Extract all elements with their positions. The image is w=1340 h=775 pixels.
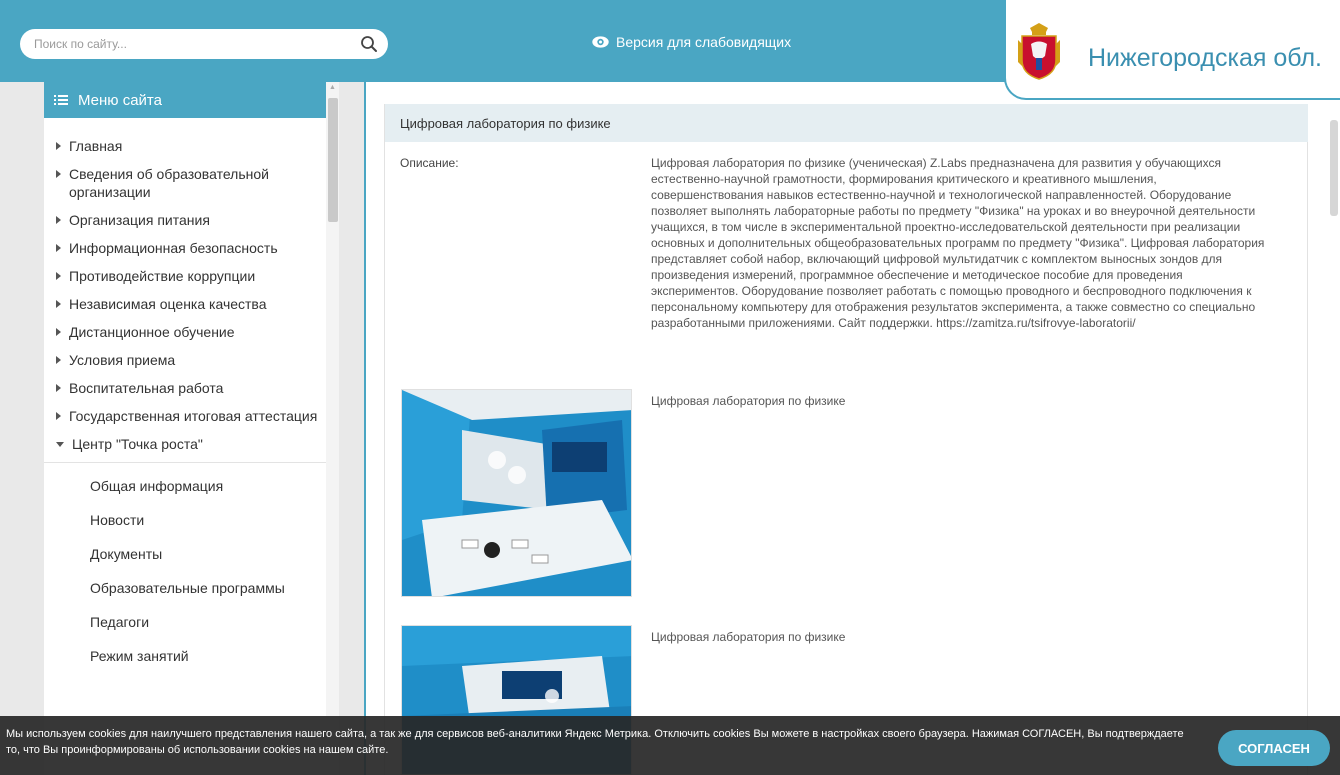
sidebar-item-label: Главная [69,138,123,154]
description-text: Цифровая лаборатория по физике (ученичес… [651,156,1265,330]
cookie-text: Мы используем cookies для наилучшего пре… [6,728,1184,756]
page-scroll-thumb[interactable] [1330,120,1338,216]
search-input[interactable] [34,35,354,53]
sidebar-item-distance[interactable]: Дистанционное обучение [44,318,326,346]
list-menu-icon [54,95,68,105]
submenu-item-documents[interactable]: Документы [44,537,326,571]
sidebar-item-label: Государственная итоговая аттестация [69,408,318,424]
caret-right-icon [56,244,61,252]
sidebar-item-infosec[interactable]: Информационная безопасность [44,234,326,262]
sidebar-item-label: Независимая оценка качества [69,296,267,312]
caret-right-icon [56,384,61,392]
search-icon[interactable] [360,35,378,53]
sidebar-menu: Меню сайта Главная Сведения об образоват… [44,82,326,775]
visually-impaired-label[interactable]: Версия для слабовидящих [616,34,791,50]
caret-right-icon [56,300,61,308]
sidebar-item-label: Организация питания [69,212,210,228]
caret-right-icon [56,328,61,336]
lab-photo[interactable] [401,389,632,597]
sidebar-item-main[interactable]: Главная [44,132,326,160]
menu-title: Меню сайта [78,91,162,109]
caret-right-icon [56,272,61,280]
sidebar-item-food[interactable]: Организация питания [44,206,326,234]
sidebar-item-attestation[interactable]: Государственная итоговая аттестация [44,402,326,430]
caret-down-icon [56,442,64,447]
sidebar-item-label: Условия приема [69,352,176,368]
sidebar-item-anticorruption[interactable]: Противодействие коррупции [44,262,326,290]
caret-right-icon [56,142,61,150]
sidebar-scroll-thumb[interactable] [328,98,338,222]
visually-impaired-link[interactable]: Версия для слабовидящих [592,33,791,51]
sidebar-item-quality[interactable]: Независимая оценка качества [44,290,326,318]
description-label: Описание: [400,156,459,170]
region-name[interactable]: Нижегородская обл. [1088,44,1322,73]
sidebar-item-label: Информационная безопасность [69,240,278,256]
photo-caption: Цифровая лаборатория по физике [651,630,846,644]
submenu-item-general[interactable]: Общая информация [44,469,326,503]
content-panel: Цифровая лаборатория по физике Описание:… [384,104,1308,775]
menu-header[interactable]: Меню сайта [44,82,326,118]
sidebar-item-label: Дистанционное обучение [69,324,235,340]
sidebar-item-label: Сведения об образовательной организации [69,166,269,200]
sidebar-item-upbringing[interactable]: Воспитательная работа [44,374,326,402]
caret-right-icon [56,356,61,364]
lab-photo-image [402,390,631,596]
content-divider [364,82,366,775]
region-badge[interactable]: Нижегородская обл. [1004,0,1340,100]
sidebar-item-growth-point[interactable]: Центр "Точка роста" [44,430,326,458]
scroll-up-arrow-icon[interactable]: ▲ [329,84,336,91]
sidebar-item-label: Противодействие коррупции [69,268,256,284]
cookie-banner: Мы используем cookies для наилучшего пре… [0,716,1340,775]
agree-button[interactable]: СОГЛАСЕН [1218,730,1330,766]
eye-icon [592,36,609,48]
sidebar-item-about[interactable]: Сведения об образовательной организации [44,160,326,206]
submenu-item-news[interactable]: Новости [44,503,326,537]
coat-of-arms-icon [1018,23,1060,80]
caret-right-icon [56,412,61,420]
submenu-item-schedule[interactable]: Режим занятий [44,639,326,673]
sidebar-item-label: Воспитательная работа [69,380,224,396]
content-title: Цифровая лаборатория по физике [385,104,1308,142]
sidebar-item-label: Центр "Точка роста" [72,436,203,452]
submenu-item-programs[interactable]: Образовательные программы [44,571,326,605]
sidebar-item-admission[interactable]: Условия приема [44,346,326,374]
caret-right-icon [56,170,61,178]
photo-caption: Цифровая лаборатория по физике [651,394,846,408]
submenu-item-teachers[interactable]: Педагоги [44,605,326,639]
search-box[interactable] [20,29,388,59]
menu-list: Главная Сведения об образовательной орга… [44,132,326,673]
submenu-list: Общая информация Новости Документы Образ… [44,462,326,673]
caret-right-icon [56,216,61,224]
